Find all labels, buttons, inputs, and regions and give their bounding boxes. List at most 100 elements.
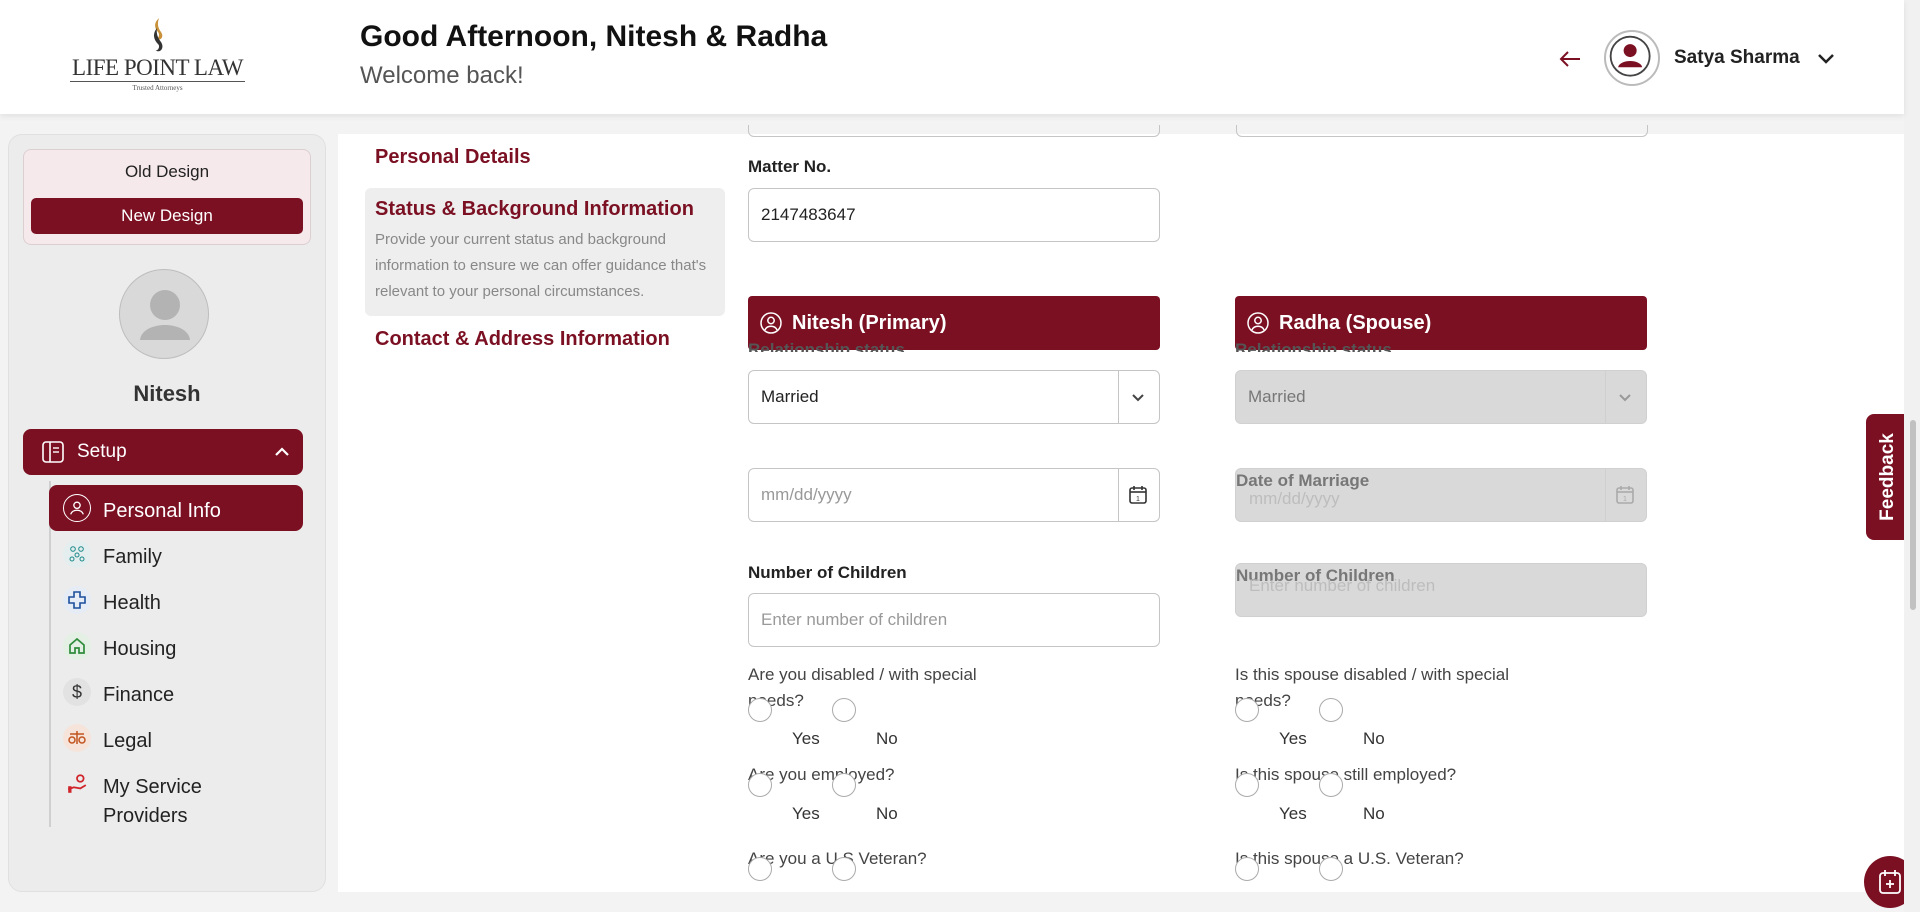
back-arrow-icon[interactable] <box>1556 44 1584 74</box>
page-greeting: Good Afternoon, Nitesh & Radha <box>360 20 828 53</box>
spouse-children-input: Number of Children Enter number of child… <box>1235 563 1647 617</box>
marriage-date-input[interactable]: mm/dd/yyyy 1 <box>748 468 1160 522</box>
select-divider <box>1605 371 1606 423</box>
spouse-employed-question: Is this spouse still employed? <box>1235 765 1457 784</box>
calendar-plus-icon <box>1879 870 1901 894</box>
setup-book-icon <box>42 441 64 463</box>
user-name[interactable]: Satya Sharma <box>1674 47 1800 69</box>
step-status-title: Status & Background Information <box>375 198 694 220</box>
spouse-veteran-no-radio[interactable] <box>1319 857 1343 881</box>
house-icon <box>63 632 91 660</box>
flame-logo-icon <box>153 18 162 52</box>
sidebar-item-legal[interactable]: Legal <box>49 715 303 761</box>
brand-logo[interactable]: LIFE POINT LAW Trusted Attorneys <box>70 16 245 94</box>
sidebar-item-label: Finance <box>103 684 175 706</box>
matter-no-label: Matter No. <box>748 157 832 176</box>
employed-no-radio[interactable] <box>832 773 856 797</box>
children-label: Number of Children <box>748 563 907 582</box>
chevron-down-icon <box>1619 394 1631 402</box>
calendar-icon: 1 <box>1616 486 1634 504</box>
sidebar-item-family[interactable]: Family <box>49 531 303 577</box>
employed-yes-radio[interactable] <box>748 773 772 797</box>
sidebar-item-housing[interactable]: Housing <box>49 623 303 669</box>
spouse-person-name: Radha (Spouse) <box>1279 312 1432 334</box>
spouse-disabled-no-radio[interactable] <box>1319 698 1343 722</box>
select-divider <box>1118 371 1119 423</box>
disabled-yes-radio[interactable] <box>748 698 772 722</box>
primary-person-name: Nitesh (Primary) <box>792 312 947 334</box>
svg-text:1: 1 <box>1623 496 1627 503</box>
sidebar-item-label: Family <box>103 546 162 568</box>
yes-label: Yes <box>792 804 820 823</box>
bottom-band <box>0 892 1904 912</box>
step-status-description: Provide your current status and backgrou… <box>375 231 707 300</box>
veteran-yes-radio[interactable] <box>748 857 772 881</box>
health-cross-icon <box>63 586 91 614</box>
family-icon <box>63 540 91 568</box>
profile-avatar[interactable] <box>119 269 209 359</box>
scales-icon <box>63 724 91 752</box>
dollar-icon: $ <box>63 678 91 706</box>
user-circle-icon <box>63 494 91 522</box>
brand-name: LIFE POINT LAW <box>70 56 245 82</box>
calendar-icon[interactable]: 1 <box>1127 484 1149 506</box>
welcome-subtitle: Welcome back! <box>360 62 524 89</box>
input-divider <box>1118 469 1119 521</box>
spouse-disabled-yes-radio[interactable] <box>1235 698 1259 722</box>
user-circle-icon <box>760 312 782 334</box>
page-scrollbar[interactable] <box>1904 0 1920 912</box>
sidebar-item-finance[interactable]: $ Finance <box>49 669 303 715</box>
spouse-disabled-question: Is this spouse disabled / with special n… <box>1235 665 1510 710</box>
yes-label: Yes <box>792 729 820 748</box>
chevron-down-icon[interactable] <box>1815 48 1837 70</box>
svg-text:1: 1 <box>1136 496 1140 503</box>
sidebar-item-health[interactable]: Health <box>49 577 303 623</box>
veteran-no-radio[interactable] <box>832 857 856 881</box>
old-design-button[interactable]: Old Design <box>24 162 310 182</box>
relationship-status-label: Relationship status <box>748 340 905 352</box>
chevron-down-icon <box>1132 394 1144 402</box>
user-circle-icon <box>1247 312 1269 334</box>
matter-no-input[interactable]: 2147483647 <box>748 188 1160 242</box>
spouse-relationship-status-label: Relationship status <box>1235 340 1392 352</box>
scrollbar-thumb[interactable] <box>1910 420 1916 610</box>
sidebar-item-label: Personal Info <box>103 500 221 522</box>
chevron-up-icon <box>275 447 289 456</box>
clipped-input <box>748 125 1160 137</box>
design-toggle: Old Design New Design <box>23 149 311 245</box>
step-status-background[interactable]: Status & Background Information Provide … <box>365 188 725 316</box>
input-divider <box>1605 469 1606 521</box>
spouse-employed-no-radio[interactable] <box>1319 773 1343 797</box>
profile-name: Nitesh <box>133 381 201 406</box>
new-design-button[interactable]: New Design <box>31 198 303 234</box>
top-header: LIFE POINT LAW Trusted Attorneys Good Af… <box>0 0 1904 114</box>
no-label: No <box>1363 729 1385 748</box>
setup-menu-toggle[interactable]: Setup <box>23 429 303 475</box>
sidebar-item-label: Housing <box>103 638 177 660</box>
sidebar-item-personal-info[interactable]: Personal Info <box>49 485 303 531</box>
brand-tagline: Trusted Attorneys <box>132 84 183 92</box>
no-label: No <box>876 804 898 823</box>
step-contact-address[interactable]: Contact & Address Information <box>375 328 670 351</box>
yes-label: Yes <box>1279 804 1307 823</box>
sidebar-item-label: Legal <box>103 730 152 752</box>
spouse-employed-yes-radio[interactable] <box>1235 773 1259 797</box>
user-avatar[interactable] <box>1604 30 1660 86</box>
children-input[interactable]: Enter number of children <box>748 593 1160 647</box>
person-placeholder-icon <box>140 290 190 340</box>
children-placeholder: Enter number of children <box>1249 576 1436 595</box>
date-placeholder: mm/dd/yyyy <box>761 485 852 504</box>
sidebar-item-service-providers[interactable]: My Service Providers <box>49 761 303 827</box>
date-placeholder: mm/dd/yyyy <box>1249 489 1340 508</box>
no-label: No <box>876 729 898 748</box>
user-silhouette-icon <box>1609 35 1651 77</box>
spouse-veteran-question: Is this spouse a U.S. Veteran? <box>1235 849 1464 868</box>
feedback-label: Feedback <box>1877 433 1898 521</box>
sidebar: Old Design New Design Nitesh Setup Perso… <box>8 134 326 892</box>
step-personal-details[interactable]: Personal Details <box>375 146 531 169</box>
disabled-no-radio[interactable] <box>832 698 856 722</box>
sidebar-item-label: Health <box>103 592 161 614</box>
no-label: No <box>1363 804 1385 823</box>
spouse-veteran-yes-radio[interactable] <box>1235 857 1259 881</box>
relationship-status-select[interactable]: Married <box>748 370 1160 424</box>
